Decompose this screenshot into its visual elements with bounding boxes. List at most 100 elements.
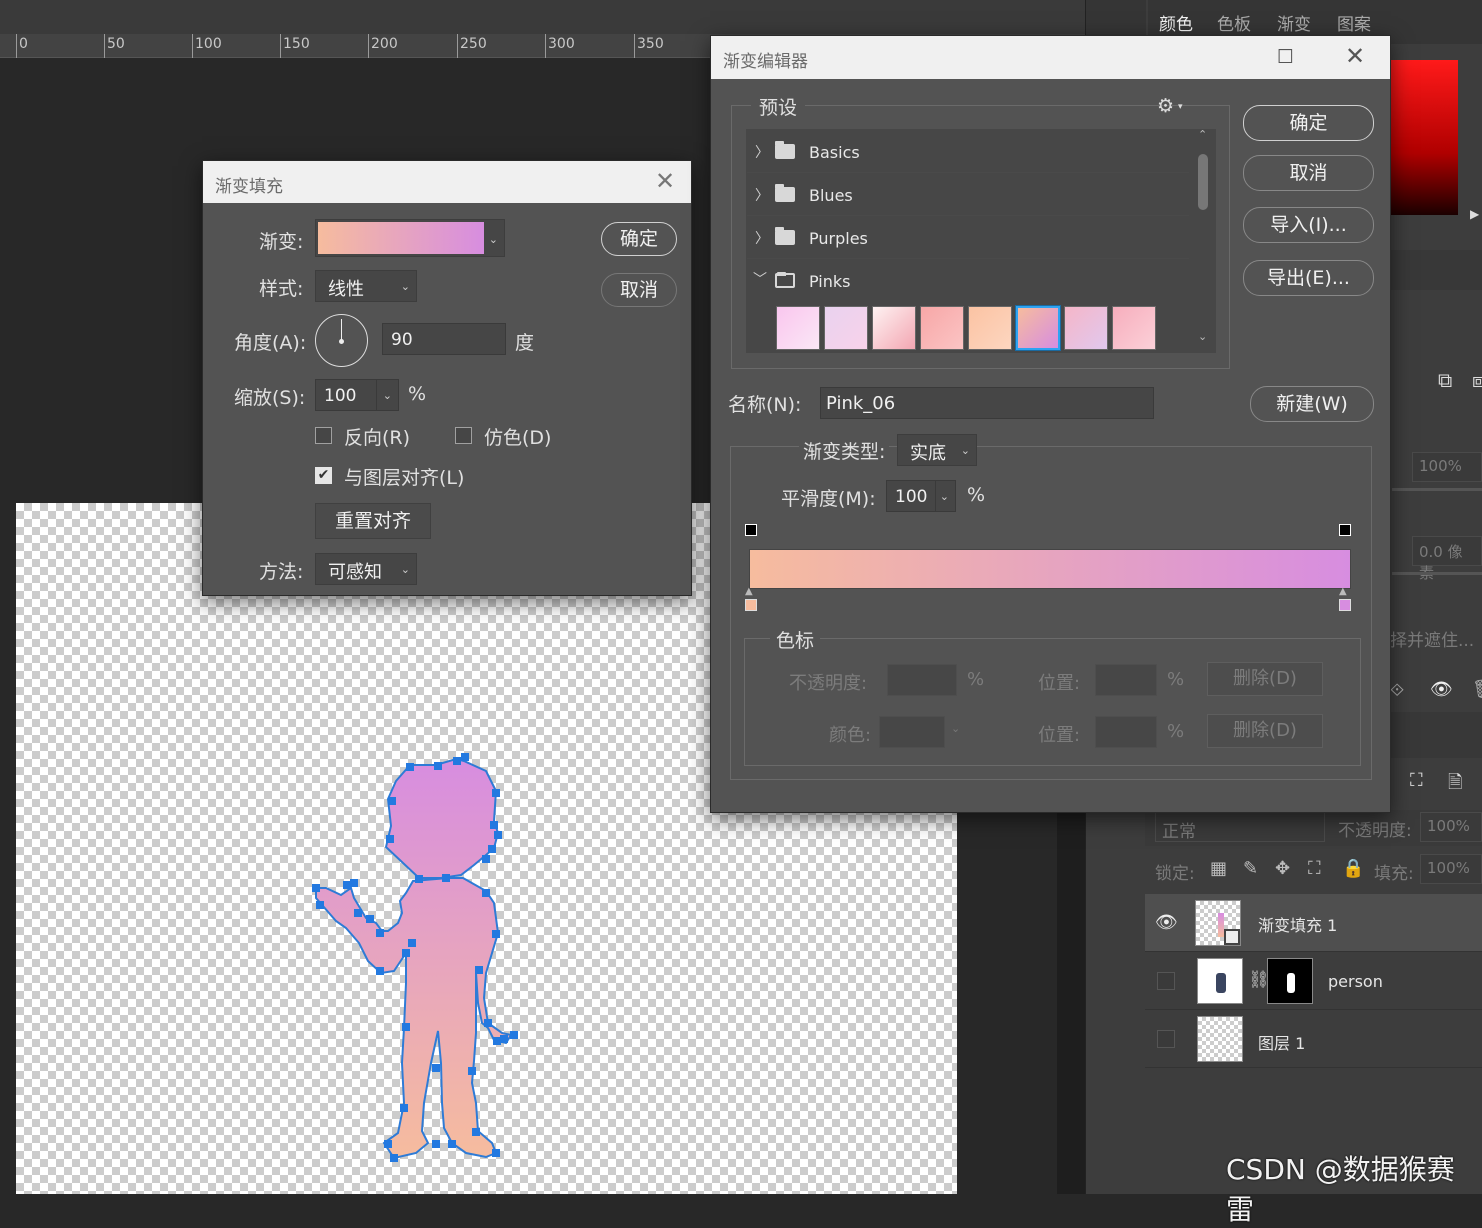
preset-folder-pinks[interactable]: ﹀ Pinks — [747, 260, 1189, 302]
scrollbar-thumb[interactable] — [1198, 154, 1208, 210]
opacity-stop-right[interactable] — [1339, 524, 1351, 536]
chevron-down-icon[interactable]: ▾ — [1178, 102, 1183, 112]
transform-icon[interactable]: ⛶ — [1410, 770, 1423, 791]
scroll-up-icon[interactable]: ⌃ — [1198, 128, 1207, 141]
select-and-mask-button[interactable]: 择并遮住... — [1390, 626, 1474, 651]
lock-paint-brush-icon[interactable]: ✎ — [1243, 858, 1258, 879]
close-icon[interactable]: ✕ — [1345, 42, 1365, 70]
preset-folder-basics[interactable]: 〉 Basics — [747, 131, 1189, 173]
person-silhouette[interactable] — [315, 757, 513, 1160]
chevron-down-icon[interactable]: ⌄ — [489, 233, 498, 246]
ok-button[interactable]: 确定 — [601, 222, 677, 256]
feather-input[interactable]: 0.0 像素 — [1412, 536, 1482, 582]
new-gradient-button[interactable]: 新建(W) — [1250, 386, 1374, 422]
scroll-down-icon[interactable]: ⌄ — [1198, 330, 1207, 343]
ok-button[interactable]: 确定 — [1243, 105, 1374, 141]
chevron-right-icon[interactable]: 〉 — [755, 185, 769, 205]
stop-color-swatch[interactable] — [879, 716, 945, 748]
layer-visibility-eye-icon[interactable]: 👁 — [1155, 912, 1178, 933]
gradient-preview[interactable] — [318, 222, 484, 254]
chevron-down-icon[interactable]: ⌄ — [383, 389, 392, 402]
color-stop-right[interactable] — [1339, 599, 1351, 611]
tab-gradients[interactable]: 渐变 — [1277, 10, 1311, 35]
density-input[interactable]: 100% — [1412, 452, 1482, 482]
feather-slider[interactable] — [1392, 572, 1482, 575]
angle-dial[interactable] — [315, 314, 368, 367]
density-slider[interactable] — [1392, 488, 1482, 491]
layer-row-gradient-fill[interactable]: 👁 渐变填充 1 — [1145, 894, 1482, 952]
gradient-fill-thumbnail[interactable] — [1195, 900, 1241, 946]
reset-align-button[interactable]: 重置对齐 — [315, 503, 431, 539]
gradient-picker[interactable]: ⌄ — [315, 219, 505, 257]
gradient-swatch[interactable] — [872, 306, 916, 350]
fill-input[interactable]: 100% — [1420, 854, 1482, 884]
opacity-stop-left[interactable] — [745, 524, 757, 536]
gradient-swatch[interactable] — [776, 306, 820, 350]
delete-color-stop-button[interactable]: 删除(D) — [1207, 714, 1323, 748]
layer-row-person[interactable]: ⛓ person — [1145, 952, 1482, 1010]
color-location-input[interactable] — [1095, 716, 1157, 748]
chevron-down-icon[interactable]: ⌄ — [940, 490, 949, 503]
export-button[interactable]: 导出(E)... — [1243, 260, 1374, 296]
style-select[interactable]: 线性 ⌄ — [315, 270, 417, 302]
dither-checkbox[interactable] — [455, 427, 472, 444]
layer-visibility-toggle[interactable] — [1157, 972, 1175, 990]
gradient-swatch[interactable] — [824, 306, 868, 350]
color-stop-left[interactable] — [745, 599, 757, 611]
layer-row-layer1[interactable]: 图层 1 — [1145, 1010, 1482, 1068]
blend-mode-select[interactable]: 正常 — [1155, 812, 1325, 842]
add-mask-icon[interactable]: ⧉ — [1438, 368, 1452, 392]
gradient-swatch[interactable] — [1064, 306, 1108, 350]
chevron-down-icon[interactable]: ﹀ — [753, 269, 767, 289]
chevron-right-icon[interactable]: 〉 — [755, 228, 769, 248]
new-document-icon[interactable]: 🗎 — [1448, 770, 1462, 800]
chevron-right-icon[interactable]: 〉 — [755, 142, 769, 162]
stop-opacity-input[interactable] — [887, 664, 957, 696]
layer-name[interactable]: 图层 1 — [1258, 1030, 1305, 1054]
vector-mask-icon[interactable]: ⧈ — [1472, 368, 1482, 392]
gradient-swatch[interactable] — [968, 306, 1012, 350]
gradient-swatch[interactable] — [1112, 306, 1156, 350]
align-with-layer-checkbox[interactable]: ✔ — [315, 467, 332, 484]
tab-color[interactable]: 颜色 — [1159, 10, 1193, 35]
preset-folder-blues[interactable]: 〉 Blues — [747, 174, 1189, 216]
layer-name[interactable]: 渐变填充 1 — [1258, 912, 1337, 936]
preset-folder-purples[interactable]: 〉 Purples — [747, 217, 1189, 259]
person-thumbnail[interactable] — [1197, 958, 1243, 1004]
gradient-swatch[interactable] — [1015, 305, 1061, 351]
cancel-button[interactable]: 取消 — [1243, 155, 1374, 191]
maximize-icon[interactable]: ☐ — [1277, 46, 1294, 68]
tab-swatches[interactable]: 色板 — [1217, 10, 1251, 35]
lock-position-move-icon[interactable]: ✥ — [1275, 858, 1290, 879]
layer-mask-thumbnail[interactable] — [1267, 958, 1313, 1004]
reverse-checkbox[interactable] — [315, 427, 332, 444]
gradient-type-select[interactable]: 实底 ⌄ — [897, 434, 977, 466]
delete-opacity-stop-button[interactable]: 删除(D) — [1207, 662, 1323, 696]
load-selection-icon[interactable]: ⟐ — [1390, 680, 1404, 701]
method-select[interactable]: 可感知 ⌄ — [315, 553, 417, 585]
delete-mask-icon[interactable]: 🗑 — [1472, 679, 1482, 700]
mask-visibility-eye-icon[interactable]: 👁 — [1430, 679, 1453, 700]
opacity-location-input[interactable] — [1095, 664, 1157, 696]
import-button[interactable]: 导入(I)... — [1243, 207, 1374, 243]
color-picker-field[interactable] — [1390, 60, 1458, 215]
lock-artboard-icon[interactable]: ⛶ — [1308, 858, 1321, 879]
scale-input[interactable]: 100 ⌄ — [315, 379, 399, 411]
smoothness-input[interactable]: 100 ⌄ — [886, 480, 956, 512]
layer1-thumbnail[interactable] — [1197, 1016, 1243, 1062]
gear-icon[interactable]: ⚙ — [1157, 95, 1174, 117]
lock-all-padlock-icon[interactable]: 🔒 — [1342, 858, 1364, 879]
chevron-down-icon[interactable]: ⌄ — [951, 722, 960, 735]
cancel-button[interactable]: 取消 — [601, 273, 677, 307]
gradient-swatch[interactable] — [920, 306, 964, 350]
tab-patterns[interactable]: 图案 — [1337, 10, 1371, 35]
gradient-bar[interactable] — [749, 549, 1351, 589]
layer-opacity-input[interactable]: 100% — [1420, 812, 1482, 842]
lock-transparent-icon[interactable]: ▦ — [1210, 858, 1227, 879]
hue-slider-arrow-icon[interactable]: ▶ — [1470, 207, 1479, 221]
presets-scrollbar[interactable]: ⌃ ⌄ — [1194, 128, 1214, 348]
layer-visibility-toggle[interactable] — [1157, 1030, 1175, 1048]
angle-input[interactable]: 90 — [382, 323, 506, 355]
gradient-name-input[interactable]: Pink_06 — [820, 387, 1154, 419]
layer-name[interactable]: person — [1328, 972, 1383, 991]
